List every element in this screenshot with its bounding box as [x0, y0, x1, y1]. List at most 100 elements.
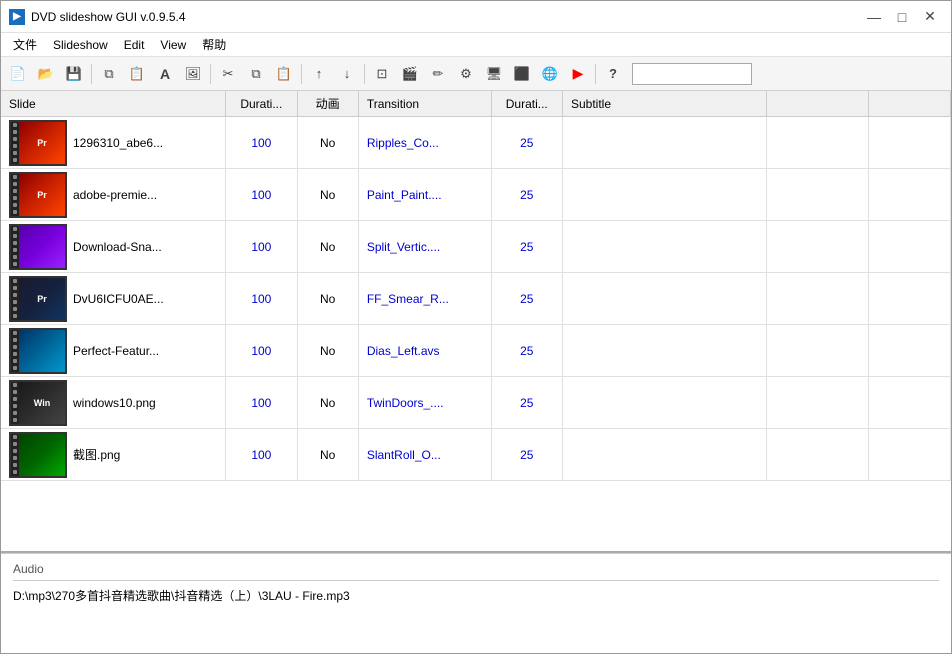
- extra2-5: [869, 377, 951, 429]
- open-button[interactable]: 📂: [33, 61, 59, 87]
- slides-list: Slide Durati... 动画 Transition Durati... …: [1, 91, 951, 481]
- table-row[interactable]: Pr 1296310_abe6... 100NoRipples_Co...25: [1, 117, 951, 169]
- col-extra1: [767, 91, 869, 117]
- youtube-button[interactable]: ▶: [565, 61, 591, 87]
- col-subtitle: Subtitle: [562, 91, 766, 117]
- video-button[interactable]: 🎬: [397, 61, 423, 87]
- frame-button[interactable]: ⬛: [509, 61, 535, 87]
- menu-bar: 文件 Slideshow Edit View 帮助: [1, 33, 951, 57]
- col-animation: 动画: [297, 91, 358, 117]
- transition-0: Ripples_Co...: [358, 117, 491, 169]
- col-extra2: [869, 91, 951, 117]
- animation-2: No: [297, 221, 358, 273]
- thumbnail-5: Win: [9, 380, 67, 426]
- slide-name-1: adobe-premie...: [73, 188, 157, 202]
- animation-6: No: [297, 429, 358, 481]
- slide-name-4: Perfect-Featur...: [73, 344, 159, 358]
- subtitle-1: [562, 169, 766, 221]
- slide-name-2: Download-Sna...: [73, 240, 162, 254]
- animation-5: No: [297, 377, 358, 429]
- slide-cell-1: Pr adobe-premie...: [1, 169, 226, 221]
- menu-file[interactable]: 文件: [5, 34, 45, 55]
- transition-1: Paint_Paint....: [358, 169, 491, 221]
- animation-0: No: [297, 117, 358, 169]
- sep4: [364, 64, 365, 84]
- slide-table[interactable]: Slide Durati... 动画 Transition Durati... …: [1, 91, 951, 553]
- search-input[interactable]: [632, 63, 752, 85]
- subtitle-2: [562, 221, 766, 273]
- copy-button[interactable]: ⧉: [243, 61, 269, 87]
- tduration-6: 25: [491, 429, 562, 481]
- table-row[interactable]: Pr DvU6ICFU0AE... 100NoFF_Smear_R...25: [1, 273, 951, 325]
- subtitle-0: [562, 117, 766, 169]
- extra1-0: [767, 117, 869, 169]
- font-button[interactable]: A: [152, 61, 178, 87]
- extra2-3: [869, 273, 951, 325]
- duration-1: 100: [226, 169, 297, 221]
- col-slide: Slide: [1, 91, 226, 117]
- table-row[interactable]: 截图.png 100NoSlantRoll_O...25: [1, 429, 951, 481]
- extra2-2: [869, 221, 951, 273]
- sep5: [595, 64, 596, 84]
- animation-1: No: [297, 169, 358, 221]
- table-row[interactable]: Win windows10.png 100NoTwinDoors_....25: [1, 377, 951, 429]
- paste-button[interactable]: 📋: [271, 61, 297, 87]
- menu-edit[interactable]: Edit: [116, 36, 153, 54]
- extra1-4: [767, 325, 869, 377]
- window-title: DVD slideshow GUI v.0.9.5.4: [31, 10, 861, 24]
- extra2-6: [869, 429, 951, 481]
- extra1-6: [767, 429, 869, 481]
- subtitle-5: [562, 377, 766, 429]
- save-button[interactable]: 💾: [61, 61, 87, 87]
- move-down-button[interactable]: ↓: [334, 61, 360, 87]
- table-row[interactable]: Download-Sna... 100NoSplit_Vertic....25: [1, 221, 951, 273]
- title-bar-controls: — □ ✕: [861, 7, 943, 27]
- extra1-3: [767, 273, 869, 325]
- minimize-button[interactable]: —: [861, 7, 887, 27]
- duration-6: 100: [226, 429, 297, 481]
- copy-slide-button[interactable]: ⧉: [96, 61, 122, 87]
- resize-button[interactable]: ⊡: [369, 61, 395, 87]
- paste-slide-button[interactable]: 📋: [124, 61, 150, 87]
- tduration-4: 25: [491, 325, 562, 377]
- transition-4: Dias_Left.avs: [358, 325, 491, 377]
- new-button[interactable]: 📄: [5, 61, 31, 87]
- sep1: [91, 64, 92, 84]
- col-duration: Durati...: [226, 91, 297, 117]
- menu-view[interactable]: View: [152, 36, 194, 54]
- transition-3: FF_Smear_R...: [358, 273, 491, 325]
- web-button[interactable]: 🌐: [537, 61, 563, 87]
- table-header-row: Slide Durati... 动画 Transition Durati... …: [1, 91, 951, 117]
- duration-0: 100: [226, 117, 297, 169]
- sep3: [301, 64, 302, 84]
- table-row[interactable]: Perfect-Featur... 100NoDias_Left.avs25: [1, 325, 951, 377]
- effects-button[interactable]: ⚙: [453, 61, 479, 87]
- extra1-5: [767, 377, 869, 429]
- title-bar: ▶ DVD slideshow GUI v.0.9.5.4 — □ ✕: [1, 1, 951, 33]
- tduration-3: 25: [491, 273, 562, 325]
- audio-path: D:\mp3\270多首抖音精选歌曲\抖音精选（上）\3LAU - Fire.m…: [13, 587, 939, 604]
- maximize-button[interactable]: □: [889, 7, 915, 27]
- subtitle-3: [562, 273, 766, 325]
- monitor-button[interactable]: 🖥: [481, 61, 507, 87]
- table-row[interactable]: Pr adobe-premie... 100NoPaint_Paint....2…: [1, 169, 951, 221]
- duration-3: 100: [226, 273, 297, 325]
- draw-button[interactable]: ✏: [425, 61, 451, 87]
- close-button[interactable]: ✕: [917, 7, 943, 27]
- subtitle-6: [562, 429, 766, 481]
- cut-button[interactable]: ✂: [215, 61, 241, 87]
- audio-label: Audio: [13, 562, 939, 581]
- app-icon: ▶: [9, 9, 25, 25]
- col-transition: Transition: [358, 91, 491, 117]
- duration-5: 100: [226, 377, 297, 429]
- animation-3: No: [297, 273, 358, 325]
- thumbnail-3: Pr: [9, 276, 67, 322]
- audio-panel: Audio D:\mp3\270多首抖音精选歌曲\抖音精选（上）\3LAU - …: [1, 553, 951, 653]
- main-window: ▶ DVD slideshow GUI v.0.9.5.4 — □ ✕ 文件 S…: [0, 0, 952, 654]
- image-button[interactable]: 🖼: [180, 61, 206, 87]
- menu-slideshow[interactable]: Slideshow: [45, 36, 116, 54]
- help-button[interactable]: ?: [600, 61, 626, 87]
- col-tduration: Durati...: [491, 91, 562, 117]
- move-up-button[interactable]: ↑: [306, 61, 332, 87]
- menu-help[interactable]: 帮助: [194, 34, 234, 55]
